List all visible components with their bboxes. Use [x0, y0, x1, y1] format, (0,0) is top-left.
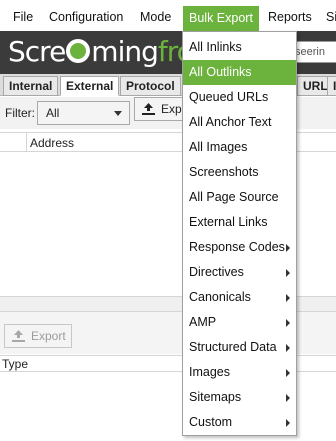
- chevron-right-icon: [286, 344, 290, 352]
- lower-export-label: Export: [31, 329, 66, 343]
- menu-item-directives[interactable]: Directives: [183, 260, 296, 285]
- logo-text-start: Scre: [8, 35, 66, 68]
- tab-external[interactable]: External: [60, 76, 120, 96]
- menu-item-screenshots[interactable]: Screenshots: [183, 160, 296, 185]
- menu-bar: File Configuration Mode Bulk Export Repo…: [0, 0, 336, 31]
- bulk-export-menu: All Inlinks All Outlinks Queued URLs All…: [182, 31, 297, 436]
- menu-mode[interactable]: Mode: [140, 6, 171, 29]
- menu-item-label: All Inlinks: [189, 40, 242, 54]
- menu-item-label: All Anchor Text: [189, 115, 272, 129]
- menu-item-label: Sitemaps: [189, 390, 242, 404]
- tab-internal[interactable]: Internal: [3, 76, 59, 96]
- menu-item-all-page-source[interactable]: All Page Source: [183, 185, 296, 210]
- chevron-right-icon: [286, 319, 290, 327]
- chevron-right-icon: [286, 369, 290, 377]
- menu-reports[interactable]: Reports: [268, 6, 312, 29]
- menu-item-label: All Outlinks: [189, 65, 252, 79]
- export-icon: [142, 103, 155, 115]
- chevron-right-icon: [286, 294, 290, 302]
- menu-item-label: External Links: [189, 215, 268, 229]
- menu-item-all-outlinks[interactable]: All Outlinks: [183, 60, 296, 85]
- screaming-frog-logo: Scremingfrog: [8, 35, 211, 69]
- menu-item-external-links[interactable]: External Links: [183, 210, 296, 235]
- tab-images[interactable]: I: [327, 76, 336, 96]
- tab-protocol[interactable]: Protocol: [120, 76, 181, 96]
- column-separator: [26, 133, 27, 152]
- filter-select[interactable]: All: [37, 101, 130, 125]
- menu-item-amp[interactable]: AMP: [183, 310, 296, 335]
- menu-configuration[interactable]: Configuration: [49, 6, 123, 29]
- chevron-right-icon: [286, 244, 290, 252]
- export-icon: [12, 330, 25, 342]
- menu-item-label: Response Codes: [189, 240, 285, 254]
- menu-item-response-codes[interactable]: Response Codes: [183, 235, 296, 260]
- menu-item-custom[interactable]: Custom: [183, 410, 296, 435]
- chevron-down-icon: [114, 111, 122, 116]
- filter-label: Filter:: [5, 106, 35, 120]
- menu-item-queued-urls[interactable]: Queued URLs: [183, 85, 296, 110]
- menu-item-label: Screenshots: [189, 165, 259, 179]
- lower-export-button[interactable]: Export: [4, 324, 72, 348]
- chevron-right-icon: [286, 394, 290, 402]
- menu-sitemaps[interactable]: Si: [326, 6, 336, 29]
- menu-item-canonicals[interactable]: Canonicals: [183, 285, 296, 310]
- column-header-address[interactable]: Address: [30, 136, 74, 150]
- menu-item-label: All Page Source: [189, 190, 279, 204]
- menu-bulk-export[interactable]: Bulk Export: [183, 6, 259, 31]
- menu-item-label: Directives: [189, 265, 244, 279]
- frog-gear-icon: [66, 39, 91, 63]
- menu-item-all-images[interactable]: All Images: [183, 135, 296, 160]
- chevron-right-icon: [286, 269, 290, 277]
- menu-item-all-anchor-text[interactable]: All Anchor Text: [183, 110, 296, 135]
- menu-item-label: Custom: [189, 415, 233, 429]
- logo-text-middle: ming: [91, 35, 159, 68]
- menu-item-images[interactable]: Images: [183, 360, 296, 385]
- menu-item-label: Canonicals: [189, 290, 251, 304]
- menu-item-label: AMP: [189, 315, 217, 329]
- menu-item-sitemaps[interactable]: Sitemaps: [183, 385, 296, 410]
- filter-value: All: [46, 106, 60, 120]
- menu-item-label: Images: [189, 365, 230, 379]
- column-header-type[interactable]: Type: [2, 357, 28, 371]
- menu-item-label: All Images: [189, 140, 248, 154]
- menu-item-structured-data[interactable]: Structured Data: [183, 335, 296, 360]
- menu-item-label: Queued URLs: [189, 90, 269, 104]
- menu-item-label: Structured Data: [189, 340, 277, 354]
- menu-item-all-inlinks[interactable]: All Inlinks: [183, 35, 296, 60]
- chevron-right-icon: [286, 419, 290, 427]
- menu-file[interactable]: File: [13, 6, 33, 29]
